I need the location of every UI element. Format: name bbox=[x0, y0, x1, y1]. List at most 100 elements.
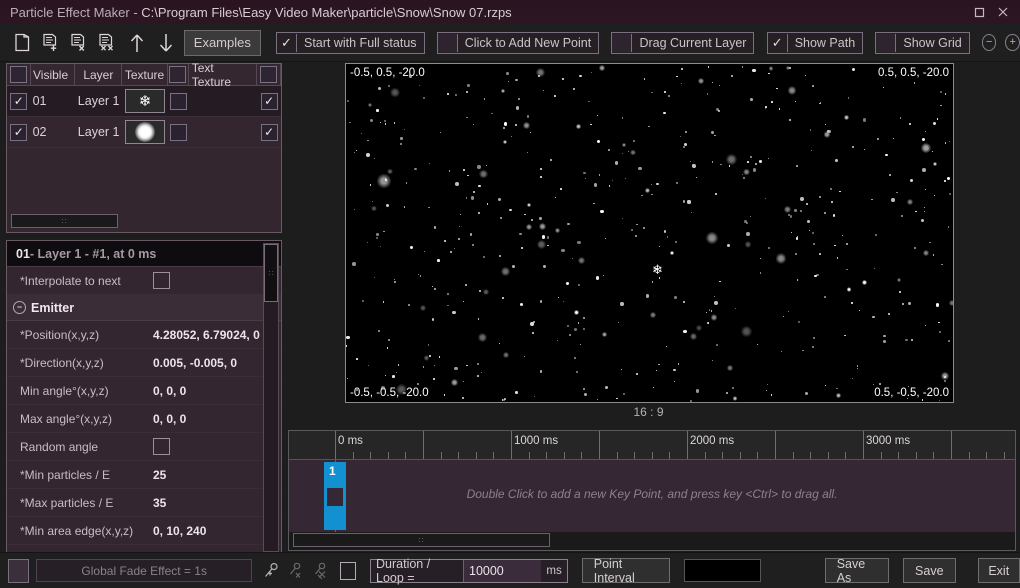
row-visible-checkbox[interactable]: ✓ bbox=[7, 86, 31, 116]
particle-dot bbox=[549, 158, 552, 161]
row-visible-checkbox[interactable]: ✓ bbox=[7, 117, 31, 147]
delete-point-icon[interactable] bbox=[66, 28, 95, 58]
property-value[interactable]: 0, 10, 240 bbox=[153, 524, 281, 538]
property-random-angle[interactable]: Random angle bbox=[7, 433, 281, 461]
particle-dot bbox=[842, 235, 844, 237]
timeline-track[interactable]: Double Click to add a new Key Point, and… bbox=[289, 460, 1015, 532]
header-text-texture-check[interactable] bbox=[168, 64, 189, 85]
maximize-icon[interactable] bbox=[968, 2, 990, 22]
property-label: *Interpolate to next bbox=[20, 273, 121, 288]
global-color-swatch[interactable] bbox=[8, 558, 30, 583]
delete-all-points-icon[interactable] bbox=[94, 28, 123, 58]
add-point-icon[interactable] bbox=[37, 28, 66, 58]
row-text-texture-checkbox[interactable] bbox=[168, 117, 188, 147]
timeline-horizontal-scrollbar[interactable]: ∷ bbox=[293, 533, 550, 547]
property-value[interactable] bbox=[153, 438, 281, 455]
property-min-angle[interactable]: Min angle°(x,y,z) 0, 0, 0 bbox=[7, 377, 281, 405]
point-interval-display[interactable] bbox=[683, 559, 761, 582]
delete-all-keys-icon[interactable] bbox=[309, 558, 334, 584]
property-min-area-edge[interactable]: *Min area edge(x,y,z) 0, 10, 240 bbox=[7, 517, 281, 545]
row-text-texture-checkbox[interactable] bbox=[168, 86, 188, 116]
exit-button[interactable]: Exit bbox=[977, 558, 1020, 583]
property-value[interactable]: 35 bbox=[153, 496, 281, 510]
row-enabled-checkbox[interactable]: ✓ bbox=[257, 86, 281, 116]
particle-dot bbox=[527, 202, 532, 207]
particle-dot bbox=[943, 180, 946, 183]
point-interval-button[interactable]: Point Interval bbox=[581, 557, 670, 585]
zoom-out-button[interactable]: − bbox=[981, 34, 997, 51]
particle-dot bbox=[851, 68, 855, 72]
particle-dot bbox=[681, 83, 683, 85]
property-value[interactable]: 0, 0, 0 bbox=[153, 412, 281, 426]
property-value[interactable] bbox=[153, 272, 281, 289]
particle-preview-canvas[interactable]: ❄ -0.5, 0.5, -20.0 0.5, 0.5, -20.0 -0.5,… bbox=[345, 63, 954, 403]
property-max-angle[interactable]: Max angle°(x,y,z) 0, 0, 0 bbox=[7, 405, 281, 433]
examples-button[interactable]: Examples bbox=[183, 29, 261, 56]
particle-dot bbox=[479, 169, 488, 179]
particle-dot bbox=[797, 320, 800, 323]
timeline-tick-minor bbox=[405, 452, 406, 459]
property-value[interactable]: 4.28052, 6.79024, 0 bbox=[153, 328, 281, 342]
particle-dot bbox=[472, 190, 476, 194]
toggle-start-with-full-status[interactable]: ✓ Start with Full status bbox=[275, 31, 425, 54]
particle-dot bbox=[742, 66, 744, 68]
property-value[interactable]: 0, 0, 0 bbox=[153, 384, 281, 398]
move-down-icon[interactable] bbox=[151, 28, 180, 58]
collapse-minus-icon[interactable]: − bbox=[13, 301, 26, 314]
new-layer-icon[interactable] bbox=[8, 28, 37, 58]
particle-dot bbox=[645, 188, 650, 194]
property-interpolate-to-next[interactable]: *Interpolate to next bbox=[7, 267, 281, 295]
delete-key-icon[interactable] bbox=[285, 558, 310, 584]
checkbox-box[interactable] bbox=[153, 438, 170, 455]
duration-input[interactable]: 10000 bbox=[463, 559, 542, 582]
save-as-button[interactable]: Save As bbox=[824, 557, 890, 585]
property-min-particles[interactable]: *Min particles / E 25 bbox=[7, 461, 281, 489]
table-row[interactable]: ✓ 02 Layer 1 ✓ bbox=[7, 117, 281, 148]
table-row[interactable]: ✓ 01 Layer 1 ❄ ✓ bbox=[7, 86, 281, 117]
property-direction[interactable]: *Direction(x,y,z) 0.005, -0.005, 0 bbox=[7, 349, 281, 377]
move-up-icon[interactable] bbox=[123, 28, 152, 58]
particle-dot bbox=[438, 356, 441, 358]
main-toolbar: Examples ✓ Start with Full status Click … bbox=[0, 24, 1020, 62]
keyframe-block[interactable]: 1 bbox=[324, 462, 346, 530]
particle-dot bbox=[483, 289, 490, 296]
timeline-tick-minor bbox=[722, 452, 723, 459]
property-value[interactable]: 25 bbox=[153, 468, 281, 482]
save-button[interactable]: Save bbox=[903, 558, 956, 583]
checkbox-box[interactable] bbox=[153, 272, 170, 289]
particle-dot bbox=[386, 168, 393, 175]
property-value[interactable]: 0.005, -0.005, 0 bbox=[153, 356, 281, 370]
toggle-click-to-add-new-point[interactable]: Click to Add New Point bbox=[436, 31, 600, 54]
property-position[interactable]: *Position(x,y,z) 4.28052, 6.79024, 0 bbox=[7, 321, 281, 349]
timeline-ruler[interactable]: 0 ms 1000 ms 2000 ms 3000 ms bbox=[289, 431, 1015, 460]
global-fade-effect-button[interactable]: Global Fade Effect = 1s bbox=[36, 559, 253, 582]
zoom-in-button[interactable]: + bbox=[1005, 34, 1020, 51]
keyframe-handle[interactable] bbox=[327, 488, 343, 506]
row-texture[interactable]: ❄ bbox=[122, 86, 168, 116]
header-enabled[interactable] bbox=[257, 64, 282, 85]
header-texture: Texture bbox=[122, 64, 168, 85]
row-texture[interactable] bbox=[122, 117, 168, 147]
toggle-drag-current-layer[interactable]: Drag Current Layer bbox=[611, 31, 755, 54]
checkbox-box bbox=[437, 33, 458, 52]
particle-dot bbox=[582, 388, 585, 391]
close-icon[interactable] bbox=[992, 2, 1014, 22]
particle-dot bbox=[872, 315, 875, 319]
layer-list-horizontal-scrollbar[interactable]: ∷ bbox=[11, 214, 118, 228]
property-label: *Direction(x,y,z) bbox=[20, 355, 104, 370]
particle-dot bbox=[851, 145, 855, 149]
toggle-show-grid[interactable]: Show Grid bbox=[875, 31, 970, 54]
add-key-icon[interactable] bbox=[260, 558, 285, 584]
toggle-show-path[interactable]: ✓ Show Path bbox=[766, 31, 864, 54]
duration-loop-field[interactable]: Duration / Loop = 10000 ms bbox=[370, 557, 568, 585]
property-max-particles[interactable]: *Max particles / E 35 bbox=[7, 489, 281, 517]
loop-checkbox[interactable] bbox=[339, 561, 356, 580]
header-select-all[interactable] bbox=[7, 64, 31, 85]
checkmark-icon: ✓ bbox=[276, 33, 297, 52]
properties-scrollbar-thumb[interactable]: ∷ bbox=[264, 244, 278, 302]
property-section-emitter[interactable]: − Emitter bbox=[7, 295, 281, 321]
row-enabled-checkbox[interactable]: ✓ bbox=[257, 117, 281, 147]
row-index: 02 bbox=[32, 125, 47, 139]
particle-dot bbox=[459, 225, 461, 228]
particle-dot bbox=[750, 156, 753, 158]
